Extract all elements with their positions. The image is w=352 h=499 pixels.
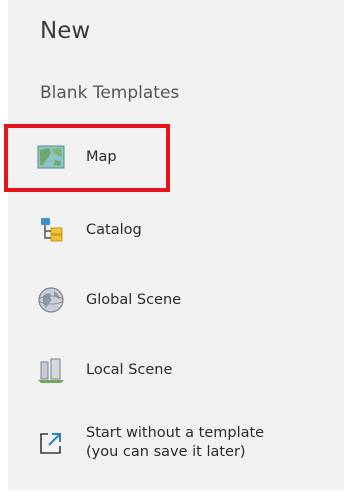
template-local-scene[interactable]: Local Scene bbox=[36, 348, 326, 392]
open-external-icon bbox=[36, 428, 66, 458]
template-catalog[interactable]: Catalog bbox=[36, 208, 326, 252]
start-without-template-line2: (you can save it later) bbox=[86, 444, 246, 460]
start-without-template[interactable]: Start without a template (you can save i… bbox=[36, 420, 326, 466]
template-global-scene-label: Global Scene bbox=[86, 291, 182, 308]
local-scene-icon bbox=[36, 355, 66, 385]
template-map-label: Map bbox=[86, 148, 117, 165]
template-local-scene-label: Local Scene bbox=[86, 361, 173, 378]
panel-title: New bbox=[40, 18, 91, 44]
start-without-template-line1: Start without a template bbox=[86, 425, 265, 441]
template-map[interactable]: Map bbox=[36, 135, 326, 179]
map-icon bbox=[36, 142, 66, 172]
template-global-scene[interactable]: Global Scene bbox=[36, 278, 326, 322]
catalog-icon bbox=[36, 215, 66, 245]
globe-icon bbox=[36, 285, 66, 315]
section-heading: Blank Templates bbox=[40, 83, 180, 103]
template-catalog-label: Catalog bbox=[86, 221, 142, 238]
start-without-template-label: Start without a template (you can save i… bbox=[86, 424, 264, 462]
new-panel: New Blank Templates Map Catalog Global S… bbox=[8, 0, 344, 490]
